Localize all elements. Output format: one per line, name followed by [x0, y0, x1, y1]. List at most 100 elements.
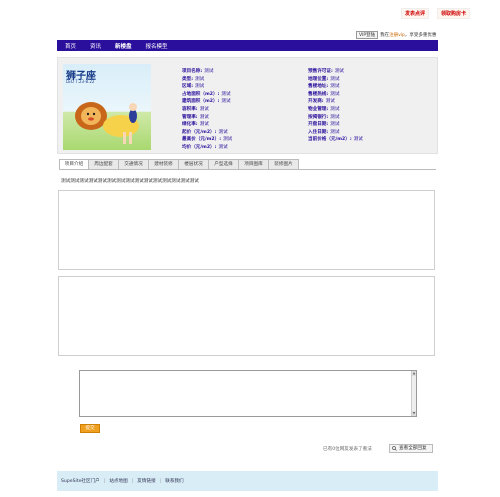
info-label: 预售许可证: — [308, 69, 333, 74]
info-row-presale-permit: 预售许可证: 测试 — [308, 68, 363, 76]
map-section-box — [58, 190, 435, 270]
info-value: 测试 — [199, 114, 209, 120]
footer-link-contact[interactable]: 联系我们 — [165, 478, 183, 484]
info-value: 测试 — [199, 106, 209, 112]
promotion-section-box — [58, 276, 435, 356]
nav-item-signup-model[interactable]: 报名模型 — [146, 42, 168, 50]
nav-item-new-property[interactable]: 新楼盘 — [115, 42, 132, 50]
info-value: 测试 — [330, 114, 340, 120]
submit-button[interactable]: 提交 — [80, 424, 100, 433]
nav-item-home[interactable]: 首页 — [65, 42, 76, 50]
info-value: 测试 — [204, 69, 214, 74]
info-label: 最高价（元/m2）: — [182, 137, 222, 143]
info-row-building-area: 建筑面积（m2）: 测试 — [182, 98, 232, 106]
info-row-management-rate: 管理率: 测试 — [182, 114, 232, 122]
search-icon — [392, 446, 397, 451]
footer: SupeSite社区门户 | 站点地图 | 友情链接 | 联系我们 — [57, 471, 438, 491]
info-label: 容积率: — [182, 106, 198, 112]
property-info-panel: 狮子座 LEO 7.23-8.22 项目名称: 测试 类型: 测试 区域: 测试 占地… — [57, 57, 438, 154]
info-label: 地理位置: — [308, 76, 329, 82]
info-row-mortgage-bank: 按揭银行: 测试 — [308, 114, 363, 122]
view-all-replies-button[interactable]: 查看全部回复 — [389, 444, 433, 453]
info-value: 测试 — [330, 129, 340, 135]
info-row-project-name: 项目名称: 测试 — [182, 68, 232, 76]
info-row-region: 区域: 测试 — [182, 83, 232, 91]
vip-text: 我在注册vip，享受多重优惠 — [380, 32, 436, 38]
info-label: 开盘日期: — [308, 122, 329, 128]
comment-count-text: 已有0位网友发表了看法 — [323, 447, 372, 452]
info-label: 占地面积（m2）: — [182, 91, 220, 97]
info-label: 均价（元/m2）: — [182, 144, 217, 150]
vip-text-suffix: ，享受多重优惠 — [404, 33, 437, 38]
info-value: 测试 — [199, 122, 209, 128]
info-value: 测试 — [221, 91, 231, 97]
info-row-developer: 开发商: 测试 — [308, 98, 363, 106]
info-row-start-price: 起价（元/m2）: 测试 — [182, 129, 232, 137]
info-row-sales-hotline: 售楼热线: 测试 — [308, 91, 363, 99]
info-label: 按揭银行: — [308, 114, 329, 120]
info-label: 当前价格（元/m2）: — [308, 137, 352, 143]
info-label: 区域: — [182, 84, 194, 90]
info-label: 建筑面积（m2）: — [182, 99, 220, 105]
footer-separator: | — [131, 478, 134, 484]
info-value: 测试 — [330, 91, 340, 97]
info-label: 入住日期: — [308, 129, 329, 135]
info-row-property-management: 物业管理: 测试 — [308, 106, 363, 114]
info-value: 测试 — [218, 129, 228, 135]
main-nav: 首页 资讯 新楼盘 报名模型 — [57, 40, 438, 51]
top-links: 发表点评 领取购房卡 — [400, 8, 470, 19]
info-row-current-price: 当前价格（元/m2）: 测试 — [308, 136, 363, 144]
vip-row: VIP登陆 我在注册vip，享受多重优惠 — [356, 31, 436, 39]
info-value: 测试 — [195, 76, 205, 82]
info-row-sales-address: 售楼地址: 测试 — [308, 83, 363, 91]
info-row-avg-price: 均价（元/m2）: 测试 — [182, 144, 232, 152]
nav-item-news[interactable]: 资讯 — [90, 42, 101, 50]
info-row-location: 地理位置: 测试 — [308, 76, 363, 84]
info-label: 售楼地址: — [308, 84, 329, 90]
info-value: 测试 — [330, 122, 340, 128]
info-column-left: 项目名称: 测试 类型: 测试 区域: 测试 占地面积（m2）: 测试 建筑面积（m2）… — [182, 68, 232, 152]
get-house-card-link[interactable]: 领取购房卡 — [436, 8, 470, 19]
view-all-replies-label: 查看全部回复 — [399, 446, 427, 451]
lion-illustration — [75, 102, 139, 144]
info-label: 项目名称: — [182, 69, 203, 74]
info-value: 测试 — [353, 137, 363, 143]
info-row-plot-ratio: 容积率: 测试 — [182, 106, 232, 114]
vip-login-button[interactable]: VIP登陆 — [356, 31, 379, 39]
info-value: 测试 — [325, 99, 335, 105]
info-value: 测试 — [195, 84, 205, 90]
post-review-link[interactable]: 发表点评 — [400, 8, 429, 19]
tab-divider — [59, 169, 436, 170]
info-value: 测试 — [218, 144, 228, 150]
info-value: 测试 — [330, 76, 340, 82]
footer-link-friend-links[interactable]: 友情链接 — [137, 478, 155, 484]
info-value: 测试 — [330, 84, 340, 90]
info-row-green-rate: 绿化率: 测试 — [182, 121, 232, 129]
footer-link-sitemap[interactable]: 站点地图 — [109, 478, 127, 484]
vip-register-link[interactable]: 注册vip — [389, 33, 405, 38]
footer-link-portal[interactable]: SupeSite社区门户 — [61, 478, 100, 484]
project-intro-text: 测试测试测试测试测试测试测试测试测试测试测试测试测试测试测试 — [61, 179, 199, 184]
info-row-max-price: 最高价（元/m2）: 测试 — [182, 136, 232, 144]
info-label: 起价（元/m2）: — [182, 129, 217, 135]
info-label: 物业管理: — [308, 106, 329, 112]
scroll-up-icon[interactable]: ▲ — [412, 371, 416, 376]
info-column-right: 预售许可证: 测试 地理位置: 测试 售楼地址: 测试 售楼热线: 测试 开发商: 测试 … — [308, 68, 363, 144]
comment-scrollbar[interactable]: ▲ ▼ — [411, 371, 416, 416]
info-label: 类型: — [182, 76, 194, 82]
info-value: 测试 — [221, 99, 231, 105]
info-label: 售楼热线: — [308, 91, 329, 97]
info-label: 开发商: — [308, 99, 324, 105]
info-row-opening-date: 开盘日期: 测试 — [308, 121, 363, 129]
info-row-land-area: 占地面积（m2）: 测试 — [182, 91, 232, 99]
comment-textarea[interactable]: ▲ ▼ — [79, 370, 417, 417]
scroll-down-icon[interactable]: ▼ — [412, 411, 416, 416]
property-image: 狮子座 LEO 7.23-8.22 — [63, 64, 151, 150]
info-label: 绿化率: — [182, 122, 198, 128]
footer-separator: | — [103, 478, 106, 484]
vip-text-prefix: 我在 — [380, 33, 390, 38]
info-row-type: 类型: 测试 — [182, 76, 232, 84]
info-label: 管理率: — [182, 114, 198, 120]
info-value: 测试 — [330, 106, 340, 112]
info-value: 测试 — [334, 69, 345, 74]
